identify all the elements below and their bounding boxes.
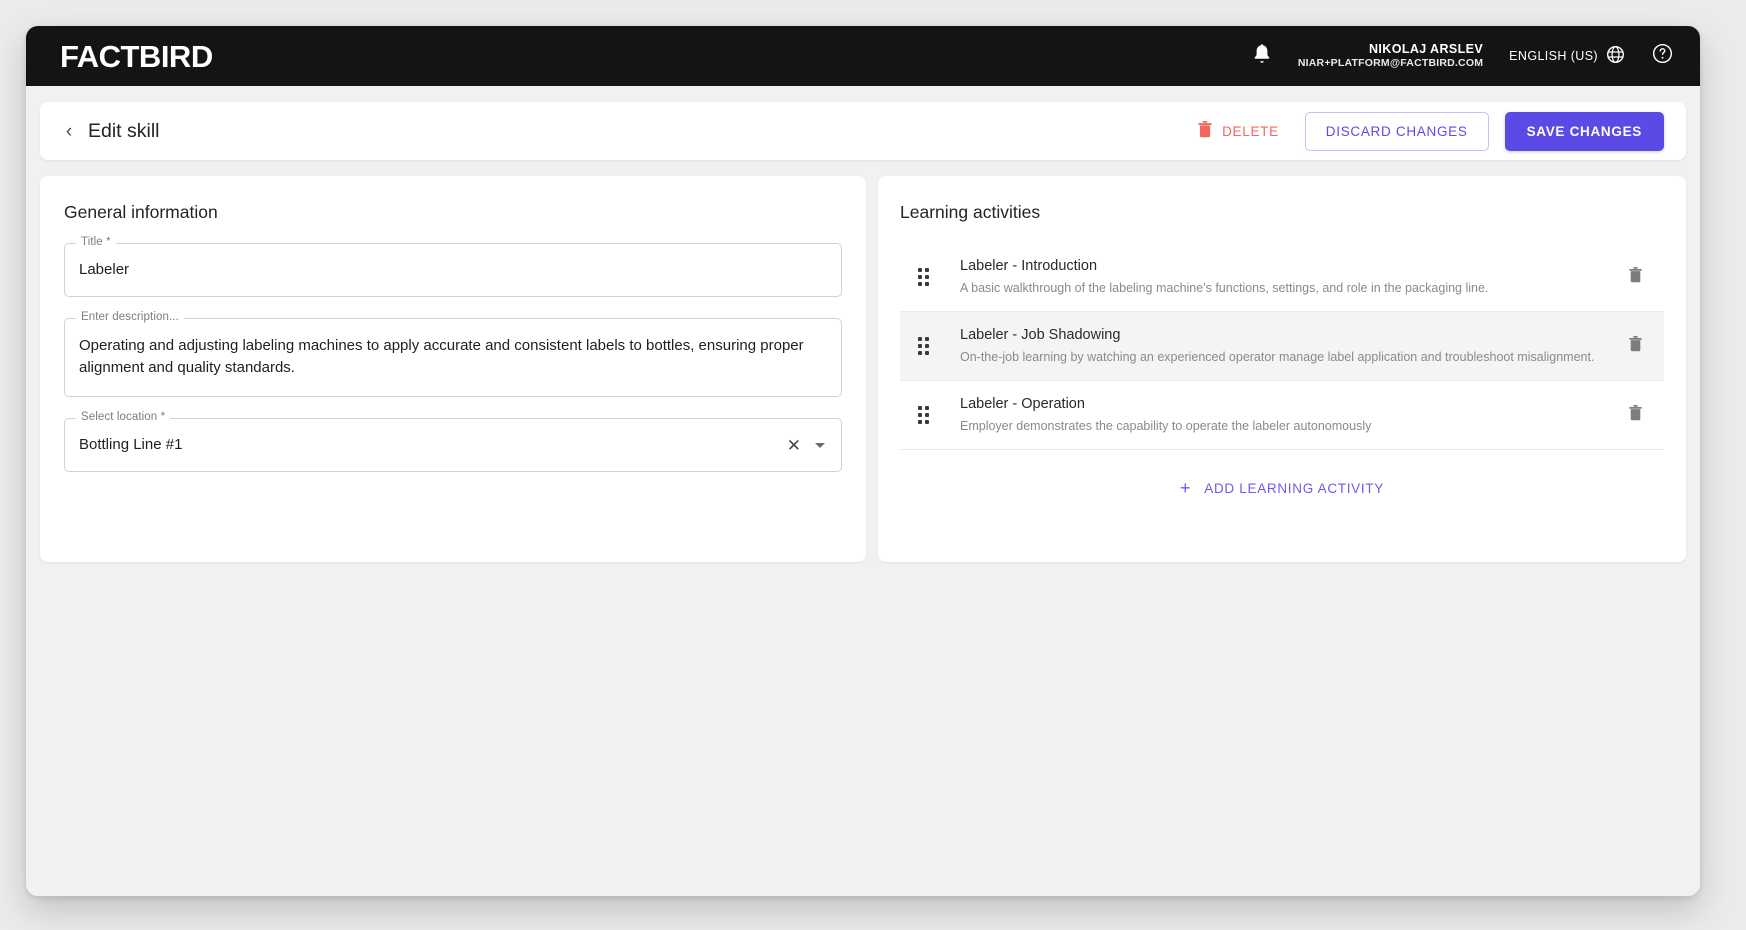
save-changes-button[interactable]: SAVE CHANGES: [1504, 111, 1664, 151]
user-identity[interactable]: NIKOLAJ ARSLEV NIAR+PLATFORM@FACTBIRD.CO…: [1298, 42, 1483, 71]
list-item[interactable]: Labeler - Operation Employer demonstrate…: [900, 381, 1664, 451]
drag-handle-icon[interactable]: [918, 406, 936, 425]
language-selector[interactable]: ENGLISH (US): [1509, 45, 1625, 67]
location-select-actions: ✕: [787, 437, 841, 454]
add-learning-activity-button[interactable]: + ADD LEARNING ACTIVITY: [1166, 470, 1398, 506]
delete-activity-button[interactable]: [1617, 330, 1654, 363]
page-header-actions: DELETE DISCARD CHANGES SAVE CHANGES: [1188, 111, 1664, 151]
user-email: NIAR+PLATFORM@FACTBIRD.COM: [1297, 57, 1484, 70]
plus-icon: +: [1180, 478, 1192, 499]
trash-icon: [1629, 335, 1642, 357]
title-field[interactable]: Title * Labeler: [64, 236, 842, 297]
viewport: FACTBIRD NIKOLAJ ARSLEV NIAR+PLATFORM@FA…: [0, 0, 1746, 930]
delete-button[interactable]: DELETE: [1188, 113, 1289, 149]
list-item-title: Labeler - Job Shadowing: [960, 327, 1121, 344]
list-item-description: Employer demonstrates the capability to …: [960, 419, 1372, 433]
drag-handle-icon[interactable]: [918, 337, 936, 356]
page-title: Edit skill: [88, 119, 160, 142]
chevron-left-icon[interactable]: ‹: [56, 118, 82, 144]
trash-icon: [1629, 266, 1642, 288]
location-field[interactable]: Select location * Bottling Line #1 ✕: [64, 412, 842, 472]
learning-activities-list: Labeler - Introduction A basic walkthrou…: [900, 243, 1664, 451]
list-item-title: Labeler - Introduction: [960, 258, 1098, 274]
factbird-logo[interactable]: FACTBIRD: [36, 41, 213, 72]
location-field-label: Select location *: [76, 412, 171, 424]
description-field-label: Enter description...: [76, 311, 184, 324]
topbar-right-group: NIKOLAJ ARSLEV NIAR+PLATFORM@FACTBIRD.CO…: [1252, 42, 1674, 71]
description-field[interactable]: Enter description... Operating and adjus…: [64, 311, 842, 398]
add-learning-activity-row: + ADD LEARNING ACTIVITY: [900, 450, 1664, 506]
delete-activity-button[interactable]: [1617, 399, 1654, 432]
content-columns: General information Title * Labeler Ente…: [40, 176, 1686, 562]
language-label: ENGLISH (US): [1509, 49, 1598, 63]
general-information-card: General information Title * Labeler Ente…: [40, 176, 866, 562]
chevron-down-icon[interactable]: [815, 442, 825, 448]
app-content-area: ‹ Edit skill DELETE DISCARD CHANGES SAVE…: [26, 86, 1700, 896]
title-input[interactable]: Labeler: [65, 244, 841, 296]
drag-handle-icon[interactable]: [918, 268, 936, 287]
trash-icon: [1198, 121, 1212, 141]
list-item[interactable]: Labeler - Introduction A basic walkthrou…: [900, 243, 1664, 313]
list-item-text: Labeler - Job Shadowing On-the-job learn…: [960, 325, 1617, 367]
list-item-description: A basic walkthrough of the labeling mach…: [960, 280, 1489, 295]
app-window: FACTBIRD NIKOLAJ ARSLEV NIAR+PLATFORM@FA…: [26, 26, 1700, 896]
learning-activities-card: Learning activities Labeler - Introducti…: [878, 176, 1686, 562]
close-icon[interactable]: ✕: [787, 437, 801, 454]
title-field-label: Title *: [76, 236, 116, 249]
list-item[interactable]: Labeler - Job Shadowing On-the-job learn…: [900, 312, 1664, 382]
delete-activity-button[interactable]: [1617, 261, 1654, 294]
globe-icon: [1606, 45, 1625, 67]
bell-icon[interactable]: [1252, 43, 1272, 70]
help-circle-icon[interactable]: [1651, 42, 1674, 70]
top-navigation-bar: FACTBIRD NIKOLAJ ARSLEV NIAR+PLATFORM@FA…: [26, 26, 1700, 86]
discard-changes-button[interactable]: DISCARD CHANGES: [1304, 111, 1489, 151]
list-item-description: On-the-job learning by watching an exper…: [960, 349, 1595, 364]
logo-text: FACTBIRD: [60, 38, 213, 74]
page-header-bar: ‹ Edit skill DELETE DISCARD CHANGES SAVE…: [40, 102, 1686, 160]
trash-icon: [1629, 404, 1642, 426]
location-select-value[interactable]: Bottling Line #1: [65, 419, 787, 471]
delete-button-label: DELETE: [1222, 123, 1279, 139]
list-item-text: Labeler - Operation Employer demonstrate…: [960, 394, 1617, 436]
general-information-title: General information: [64, 202, 218, 222]
list-item-title: Labeler - Operation: [960, 396, 1085, 413]
user-name: NIKOLAJ ARSLEV: [1368, 41, 1484, 56]
add-learning-activity-label: ADD LEARNING ACTIVITY: [1204, 480, 1384, 496]
learning-activities-title: Learning activities: [900, 202, 1041, 222]
description-input[interactable]: Operating and adjusting labeling machine…: [65, 319, 841, 397]
list-item-text: Labeler - Introduction A basic walkthrou…: [960, 256, 1617, 298]
